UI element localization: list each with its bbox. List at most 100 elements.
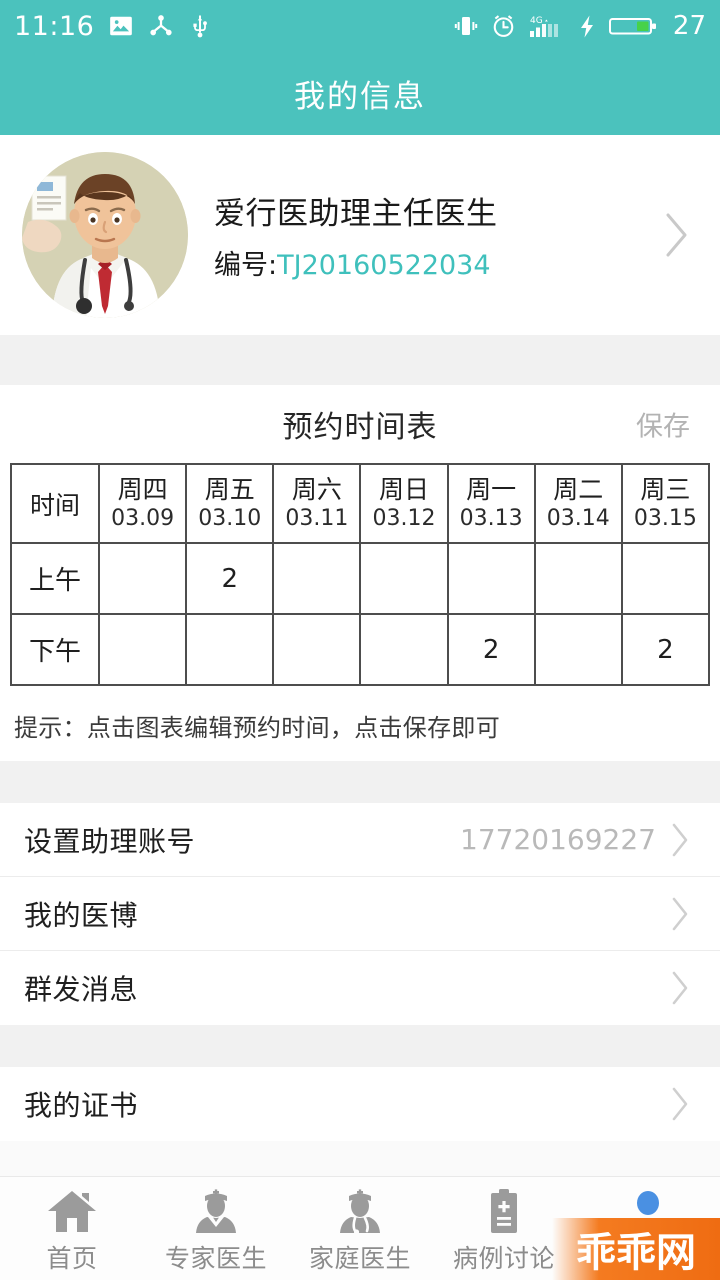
header-cell-day-4: 周一 03.13	[446, 463, 536, 544]
chevron-right-icon	[670, 896, 690, 932]
expert-doctor-icon	[192, 1185, 240, 1235]
doctor-avatar	[22, 152, 188, 318]
table-header-row: 时间 周四 03.09 周五 03.10 周六 03.11 周日 03.12 周…	[10, 463, 711, 544]
slot-1-0[interactable]	[97, 613, 188, 686]
status-bar-right: 4G 27	[454, 11, 706, 41]
profile-id-value: TJ20160522034	[277, 250, 491, 281]
signal-4g-icon: 4G	[529, 14, 565, 39]
menu-group-assistant: 设置助理账号 17720169227 我的医博 群发消息	[0, 803, 720, 1025]
row-label-morning: 上午	[10, 542, 100, 615]
header-day-date: 03.14	[546, 506, 610, 531]
profile-name: 爱行医助理主任医生	[214, 196, 498, 232]
header-day-name: 周四	[117, 474, 168, 504]
menu-item-my-certificate[interactable]: 我的证书	[0, 1067, 720, 1141]
schedule-table-body: 上午 2 下午 2 2	[10, 542, 711, 686]
slot-0-6[interactable]	[620, 542, 711, 615]
menu-item-label: 群发消息	[24, 973, 139, 1006]
home-icon	[46, 1185, 98, 1235]
family-doctor-icon	[336, 1185, 384, 1235]
page-title: 我的信息	[294, 79, 426, 115]
slot-0-4[interactable]	[446, 542, 536, 615]
clipboard-case-icon	[482, 1185, 526, 1235]
charging-bolt-icon	[578, 14, 596, 39]
header-day-name: 周二	[553, 474, 604, 504]
header-day-date: 03.11	[285, 506, 349, 531]
slot-1-1[interactable]	[185, 613, 275, 686]
menu-item-assistant-account[interactable]: 设置助理账号 17720169227	[0, 803, 720, 877]
header-day-date: 03.09	[111, 506, 175, 531]
menu-item-value: 17720169227	[460, 823, 656, 856]
status-bar-left: 11:16	[14, 11, 212, 42]
row-label-afternoon: 下午	[10, 613, 100, 686]
svg-text:4G: 4G	[530, 16, 543, 26]
tab-expert-doctor[interactable]: 专家医生	[144, 1185, 288, 1275]
tab-label: 家庭医生	[308, 1244, 411, 1273]
chevron-right-icon[interactable]	[664, 212, 690, 258]
schedule-panel: 预约时间表 保存 时间 周四 03.09 周五 03.10 周六 03.11 周…	[0, 385, 720, 761]
section-gap-2	[0, 761, 720, 803]
table-row: 上午 2	[10, 542, 711, 615]
schedule-title: 预约时间表	[282, 410, 438, 445]
header-day-name: 周日	[378, 474, 429, 504]
tab-label: 专家医生	[164, 1244, 267, 1273]
header-day-name: 周五	[204, 474, 255, 504]
slot-0-5[interactable]	[533, 542, 623, 615]
header-cell-day-3: 周日 03.12	[359, 463, 449, 544]
menu-item-label: 我的证书	[24, 1089, 139, 1122]
header-cell-time: 时间	[10, 463, 100, 544]
tab-home[interactable]: 首页	[0, 1185, 144, 1275]
menu-item-my-blog[interactable]: 我的医博	[0, 877, 720, 951]
schedule-header: 预约时间表 保存	[0, 385, 720, 463]
schedule-table-head: 时间 周四 03.09 周五 03.10 周六 03.11 周日 03.12 周…	[10, 463, 711, 544]
alarm-icon	[491, 14, 516, 39]
header-day-date: 03.15	[633, 506, 697, 531]
profile-text: 爱行医助理主任医生 编号:TJ20160522034	[214, 188, 498, 282]
header-day-name: 周三	[640, 474, 691, 504]
save-button[interactable]: 保存	[636, 405, 690, 444]
header-day-date: 03.13	[459, 506, 523, 531]
header-cell-day-5: 周二 03.14	[533, 463, 623, 544]
image-icon	[108, 13, 134, 39]
status-clock: 11:16	[14, 10, 95, 42]
slot-1-5[interactable]	[533, 613, 623, 686]
header-day-name: 周六	[291, 474, 342, 504]
section-gap-3	[0, 1025, 720, 1067]
slot-1-2[interactable]	[272, 613, 362, 686]
battery-percent: 27	[672, 11, 706, 41]
page-header: 我的信息	[0, 52, 720, 135]
schedule-hint: 提示：点击图表编辑预约时间，点击保存即可	[14, 714, 500, 742]
menu-item-label: 我的医博	[24, 898, 139, 932]
slot-1-3[interactable]	[359, 613, 449, 686]
usb-icon	[188, 13, 212, 39]
app-screen: 11:16 4G 27 我的信息 爱行医助理主任医生 编号:TJ20160522…	[0, 0, 720, 1280]
schedule-table[interactable]: 时间 周四 03.09 周五 03.10 周六 03.11 周日 03.12 周…	[10, 463, 711, 686]
chevron-right-icon	[670, 1086, 690, 1122]
header-cell-day-1: 周五 03.10	[185, 463, 275, 544]
site-watermark: 乖乖网	[552, 1218, 720, 1280]
section-gap-1	[0, 335, 720, 385]
header-cell-day-6: 周三 03.15	[620, 463, 711, 544]
menu-item-broadcast-message[interactable]: 群发消息	[0, 951, 720, 1025]
menu-item-label: 设置助理账号	[24, 824, 196, 858]
table-row: 下午 2 2	[10, 613, 711, 686]
slot-0-3[interactable]	[359, 542, 449, 615]
slot-1-4[interactable]: 2	[446, 613, 536, 686]
header-time-label: 时间	[29, 490, 80, 520]
slot-0-2[interactable]	[272, 542, 362, 615]
slot-0-1[interactable]: 2	[185, 542, 275, 615]
header-day-date: 03.12	[372, 506, 436, 531]
status-bar: 11:16 4G 27	[0, 0, 720, 52]
slot-1-6[interactable]: 2	[620, 613, 711, 686]
header-cell-day-2: 周六 03.11	[272, 463, 362, 544]
share-icon	[148, 13, 174, 39]
header-day-date: 03.10	[198, 506, 262, 531]
tab-label: 首页	[46, 1244, 98, 1273]
header-cell-day-0: 周四 03.09	[97, 463, 188, 544]
tab-label: 病例讨论	[452, 1244, 555, 1273]
profile-card[interactable]: 爱行医助理主任医生 编号:TJ20160522034	[0, 135, 720, 335]
menu-group-certificate: 我的证书	[0, 1067, 720, 1141]
header-day-name: 周一	[466, 474, 517, 504]
profile-id-label: 编号:	[214, 250, 278, 281]
slot-0-0[interactable]	[97, 542, 188, 615]
tab-family-doctor[interactable]: 家庭医生	[288, 1185, 432, 1275]
